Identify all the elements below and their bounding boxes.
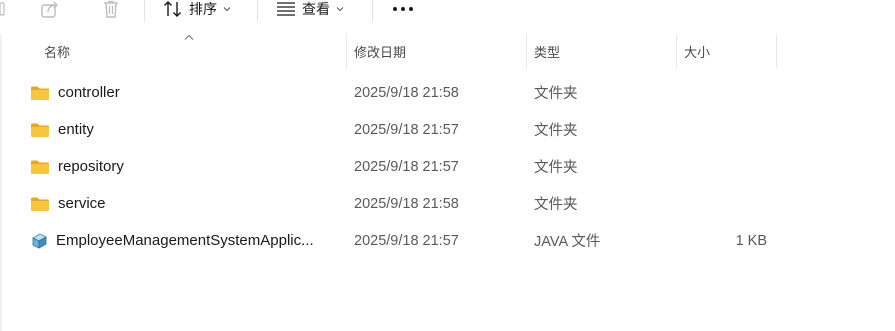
more-dot-icon xyxy=(393,7,397,11)
file-name-cell: controller xyxy=(30,74,120,111)
file-name: entity xyxy=(58,121,94,138)
delete-button[interactable] xyxy=(100,0,122,18)
chevron-down-icon xyxy=(336,7,344,12)
column-header-modified[interactable]: 修改日期 xyxy=(354,34,406,68)
file-row[interactable]: entity 2025/9/18 21:57 文件夹 xyxy=(0,111,895,148)
file-size xyxy=(686,111,767,148)
folder-icon xyxy=(30,122,50,138)
sort-icon xyxy=(164,1,181,17)
partial-button[interactable] xyxy=(0,0,6,18)
column-header-size[interactable]: 大小 xyxy=(684,34,710,68)
file-type: 文件夹 xyxy=(534,123,578,139)
file-type: 文件夹 xyxy=(534,160,578,176)
file-row[interactable]: EmployeeManagementSystemApplic... 2025/9/… xyxy=(0,222,895,259)
column-divider[interactable] xyxy=(676,34,677,68)
file-name-cell: entity xyxy=(30,111,94,148)
file-size xyxy=(686,148,767,185)
folder-icon xyxy=(30,159,50,175)
file-name: controller xyxy=(58,84,120,101)
modified-date: 2025/9/18 21:57 xyxy=(354,158,459,175)
modified-date: 2025/9/18 21:58 xyxy=(354,195,459,212)
file-row[interactable]: repository 2025/9/18 21:57 文件夹 xyxy=(0,148,895,185)
modified-date: 2025/9/18 21:57 xyxy=(354,121,459,138)
toolbar-divider xyxy=(144,0,145,22)
share-button[interactable] xyxy=(38,0,62,18)
column-divider[interactable] xyxy=(526,34,527,68)
column-divider[interactable] xyxy=(776,34,777,68)
file-type: 文件夹 xyxy=(534,197,578,213)
column-header-row: 名称 修改日期 类型 大小 xyxy=(0,34,895,68)
view-button[interactable]: 查看 xyxy=(276,0,344,18)
file-size xyxy=(686,74,767,111)
java-file-icon xyxy=(30,232,48,250)
chevron-down-icon xyxy=(223,7,231,12)
toolbar-divider xyxy=(372,0,373,22)
file-name-cell: service xyxy=(30,185,106,222)
view-icon xyxy=(277,2,295,16)
share-icon xyxy=(41,1,58,18)
file-name-cell: repository xyxy=(30,148,124,185)
file-size: 1 KB xyxy=(735,232,767,249)
folder-icon xyxy=(30,85,50,101)
folder-icon xyxy=(30,196,50,212)
column-divider[interactable] xyxy=(346,34,347,68)
sort-ascending-icon xyxy=(184,34,194,40)
column-header-type[interactable]: 类型 xyxy=(534,34,560,68)
more-dot-icon xyxy=(401,7,405,11)
file-type: 文件夹 xyxy=(534,86,578,102)
file-name: repository xyxy=(58,158,124,175)
sort-button[interactable]: 排序 xyxy=(163,0,231,18)
view-label: 查看 xyxy=(302,1,330,17)
toolbar-divider xyxy=(257,0,258,22)
file-name: service xyxy=(58,195,106,212)
column-header-name[interactable]: 名称 xyxy=(44,34,70,68)
file-name-cell: EmployeeManagementSystemApplic... xyxy=(30,222,314,259)
more-options-button[interactable] xyxy=(391,0,415,18)
modified-date: 2025/9/18 21:57 xyxy=(354,232,459,249)
modified-date: 2025/9/18 21:58 xyxy=(354,84,459,101)
file-row[interactable]: service 2025/9/18 21:58 文件夹 xyxy=(0,185,895,222)
trash-icon xyxy=(104,0,118,18)
more-dot-icon xyxy=(409,7,413,11)
command-bar: 排序 查看 xyxy=(0,0,895,34)
file-name: EmployeeManagementSystemApplic... xyxy=(56,232,314,249)
file-row[interactable]: controller 2025/9/18 21:58 文件夹 xyxy=(0,74,895,111)
file-size xyxy=(686,185,767,222)
file-type: JAVA 文件 xyxy=(534,234,601,250)
sort-label: 排序 xyxy=(189,1,217,17)
